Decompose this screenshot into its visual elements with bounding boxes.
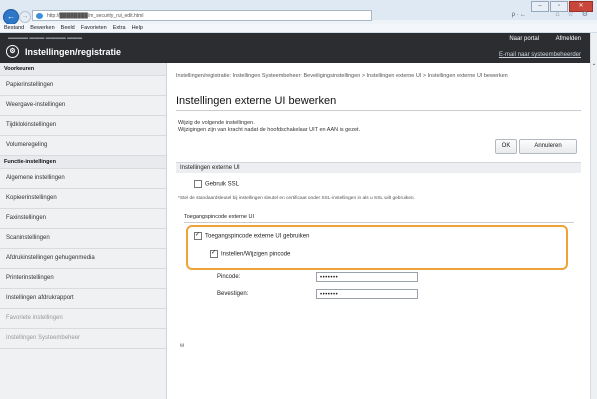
pin-label: Pincode: [217, 274, 241, 280]
ie-icon [36, 13, 43, 19]
set-pin-option[interactable]: Instellen/Wijzigen pincode [210, 250, 290, 258]
sidebar: Voorkeuren Papierinstellingen Weergave-i… [0, 63, 167, 399]
title-divider [176, 110, 581, 111]
sidebar-item-fax[interactable]: Faxinstellingen [0, 209, 166, 229]
url-text: http://████████/m_security_rui_edit.html [47, 13, 144, 19]
pin-section-header: Toegangspincode externe UI [184, 214, 574, 223]
sidebar-item-volume[interactable]: Volumeregeling [0, 136, 166, 156]
cancel-button[interactable]: Annuleren [519, 139, 577, 154]
address-tools[interactable]: ρ ∙ ← [376, 10, 526, 21]
scroll-up-icon[interactable]: ⌃ [591, 63, 597, 70]
pin-input[interactable]: ••••••• [316, 272, 418, 282]
sidebar-item-scan[interactable]: Scaninstellingen [0, 229, 166, 249]
vertical-scrollbar[interactable]: ⌃ [590, 33, 597, 399]
ok-button[interactable]: OK [495, 139, 517, 154]
ssl-checkbox[interactable] [194, 180, 202, 188]
set-pin-label: Instellen/Wijzigen pincode [221, 251, 291, 258]
address-row: ← → http://████████/m_security_rui_edit.… [0, 9, 597, 25]
sidebar-item-general[interactable]: Algemene instellingen [0, 169, 166, 189]
menu-help[interactable]: Help [132, 24, 143, 32]
set-pin-checkbox[interactable] [210, 250, 218, 258]
main-content: Instellingen/registratie: Instellingen S… [170, 63, 591, 399]
sidebar-section-prefs: Voorkeuren [0, 63, 166, 76]
confirm-label: Bevestigen: [217, 291, 249, 297]
portal-link[interactable]: Naar portal [509, 36, 539, 42]
use-pin-label: Toegangspincode externe UI gebruiken [205, 233, 310, 240]
menu-favorieten[interactable]: Favorieten [81, 24, 107, 32]
app-title: Instellingen/registratie [25, 46, 122, 57]
use-pin-option[interactable]: Toegangspincode externe UI gebruiken [194, 232, 309, 240]
breadcrumb: Instellingen/registratie: Instellingen S… [176, 73, 508, 79]
menu-bewerken[interactable]: Bewerken [30, 24, 54, 32]
device-header: ▬▬▬▬ ▬▬▬ ▬▬▬▬ ▬▬▬ ⚙ Instellingen/registr… [0, 33, 591, 63]
sidebar-section-functions: Functie-instellingen [0, 156, 166, 169]
menu-bestand[interactable]: Bestand [4, 24, 24, 32]
device-info-blurred: ▬▬▬▬ ▬▬▬ ▬▬▬▬ ▬▬▬ [8, 35, 83, 41]
app-brand: ⚙ Instellingen/registratie [6, 45, 121, 58]
menu-bar: Bestand Bewerken Beeld Favorieten Extra … [0, 24, 597, 33]
confirm-input[interactable]: ••••••• [316, 289, 418, 299]
sidebar-item-copy[interactable]: Kopieerinstellingen [0, 189, 166, 209]
sidebar-item-printer[interactable]: Printerinstellingen [0, 269, 166, 289]
intro-line-2: Wijzigingen zijn van kracht nadat de hoo… [178, 127, 361, 133]
use-pin-checkbox[interactable] [194, 232, 202, 240]
ssl-option[interactable]: Gebruik SSL [194, 180, 239, 188]
toolbar-icons[interactable]: ⌂ ☆ ⚙ [555, 10, 591, 18]
sidebar-item-sysadmin[interactable]: Instellingen Systeembeheer [0, 329, 166, 349]
intro-line-1: Wijzig de volgende instellingen. [178, 120, 255, 126]
sidebar-item-paper[interactable]: Papierinstellingen [0, 76, 166, 96]
browser-window: – ▫ ✕ ← → http://████████/m_security_rui… [0, 0, 597, 399]
logout-link[interactable]: Afmelden [556, 36, 581, 42]
sidebar-item-display[interactable]: Weergave-instellingen [0, 96, 166, 116]
to-top-icon[interactable]: ᵚ [180, 343, 184, 350]
address-bar[interactable]: http://████████/m_security_rui_edit.html [32, 10, 372, 21]
menu-extra[interactable]: Extra [113, 24, 126, 32]
page-viewport: ▬▬▬▬ ▬▬▬ ▬▬▬▬ ▬▬▬ ⚙ Instellingen/registr… [0, 33, 591, 399]
menu-beeld[interactable]: Beeld [61, 24, 75, 32]
sidebar-item-media-print[interactable]: Afdrukinstellingen gehugenmedia [0, 249, 166, 269]
section-header: Instellingen externe UI [176, 162, 581, 173]
back-arrow-icon[interactable]: ← [3, 9, 19, 25]
page-title: Instellingen externe UI bewerken [176, 95, 337, 107]
ssl-note: *Stel de standaardsleutel bij instelling… [178, 196, 415, 201]
sidebar-item-favorites[interactable]: Favoriete instellingen [0, 309, 166, 329]
forward-arrow-icon[interactable]: → [19, 11, 31, 23]
sidebar-item-report[interactable]: Instellingen afdrukrapport [0, 289, 166, 309]
settings-logo-icon: ⚙ [6, 45, 19, 58]
ssl-label: Gebruik SSL [205, 181, 240, 188]
sidebar-item-clock[interactable]: Tijdklokinstellingen [0, 116, 166, 136]
intro-text: Wijzig de volgende instellingen. Wijzigi… [178, 120, 360, 134]
mail-admin-link[interactable]: E-mail naar systeembeheerder [499, 52, 581, 58]
